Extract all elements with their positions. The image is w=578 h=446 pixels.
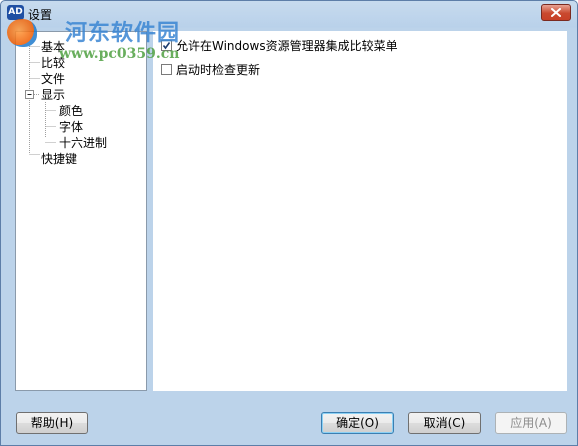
tree-item-basic[interactable]: 基本 [41,39,65,55]
app-icon: AD [7,5,24,20]
category-tree[interactable]: 基本 比较 文件 显示 颜色 字体 十六进制 快捷键 [15,31,147,391]
apply-button[interactable]: 应用(A) [495,412,567,434]
explorer-integration-checkbox[interactable] [161,39,172,51]
help-button[interactable]: 帮助(H) [16,412,88,434]
tree-item-font[interactable]: 字体 [59,119,83,135]
settings-content-panel: 允许在Windows资源管理器集成比较菜单 启动时检查更新 [153,31,567,391]
option-check-updates[interactable]: 启动时检查更新 [161,61,260,77]
title-bar[interactable]: AD 设置 [1,1,577,27]
tree-item-color[interactable]: 颜色 [59,103,83,119]
window-title: 设置 [28,8,53,22]
tree-item-compare[interactable]: 比较 [41,55,65,71]
checkmark-icon [162,41,171,49]
explorer-integration-label: 允许在Windows资源管理器集成比较菜单 [176,38,398,53]
settings-window: AD 设置 基本 比较 文件 显示 颜色 字体 十六进制 快捷键 允许在Wind… [0,0,578,446]
ok-button[interactable]: 确定(O) [321,412,394,434]
cancel-button[interactable]: 取消(C) [408,412,481,434]
tree-item-shortcuts[interactable]: 快捷键 [41,151,77,167]
close-icon [551,8,561,17]
check-updates-checkbox[interactable] [161,63,172,75]
close-button[interactable] [541,4,571,21]
option-explorer-integration[interactable]: 允许在Windows资源管理器集成比较菜单 [161,37,398,53]
tree-item-file[interactable]: 文件 [41,71,65,87]
check-updates-label: 启动时检查更新 [176,62,261,77]
tree-item-display[interactable]: 显示 [41,87,65,103]
tree-item-hex[interactable]: 十六进制 [59,135,107,151]
